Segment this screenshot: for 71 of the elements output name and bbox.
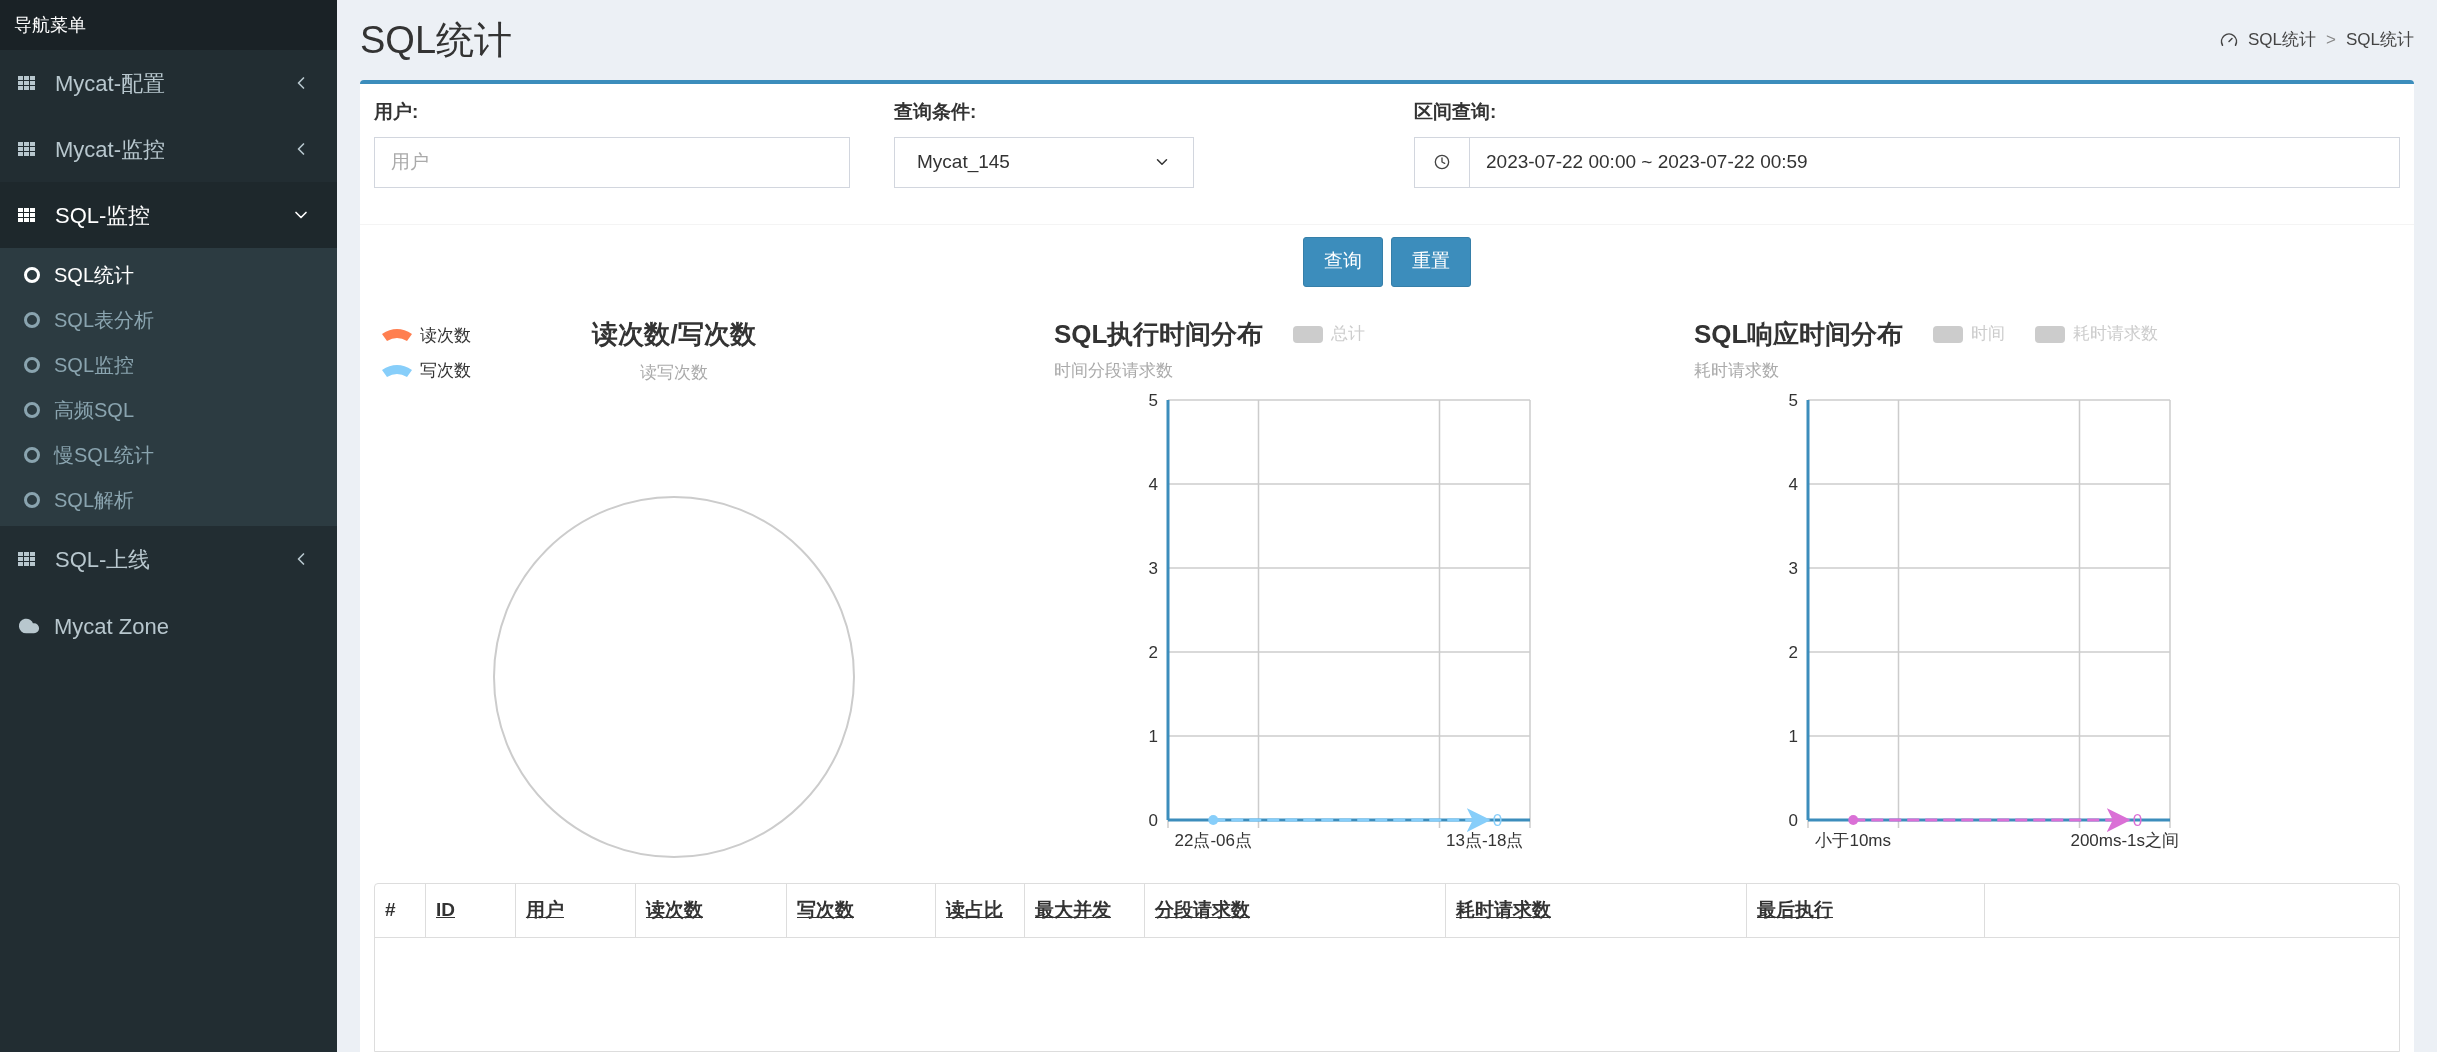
dashboard-icon — [2220, 31, 2238, 49]
axis-category-label: 200ms-1s之间 — [2070, 831, 2180, 850]
column-header[interactable]: 分段请求数 — [1155, 895, 1250, 925]
chart-subtitle: 读写次数 — [640, 361, 708, 384]
legend-label[interactable]: 写次数 — [420, 358, 471, 384]
column-header[interactable]: 最后执行 — [1757, 895, 1833, 925]
chart-title: 读次数/写次数 — [592, 317, 756, 351]
axis-tick-label: 1 — [1788, 726, 1798, 746]
submenu-item[interactable]: 慢SQL统计 — [0, 432, 337, 477]
axis-tick-label: 4 — [1788, 474, 1798, 494]
chart-subtitle: 时间分段请求数 — [1054, 359, 1174, 382]
column-header[interactable]: 读占比 — [946, 895, 1003, 925]
grid-icon — [18, 76, 35, 90]
column-header[interactable]: 读次数 — [646, 895, 703, 925]
grid-icon — [18, 208, 35, 222]
submenu-item[interactable]: 高频SQL — [0, 387, 337, 432]
field-label: 区间查询: — [1414, 100, 1498, 124]
breadcrumb-link[interactable]: SQL统计 — [2345, 27, 2414, 53]
grid-icon — [18, 142, 35, 156]
column-header[interactable]: 用户 — [526, 895, 564, 925]
axis-tick-label: 2 — [1788, 642, 1798, 662]
sidebar-item[interactable]: Mycat-配置 — [0, 50, 337, 116]
legend-swatch-icon — [382, 363, 412, 378]
sidebar-item[interactable]: SQL-上线 — [0, 526, 337, 592]
axis-tick-label: 5 — [1788, 390, 1798, 410]
sidebar-item[interactable]: SQL-监控 — [0, 182, 337, 248]
legend-label[interactable]: 读次数 — [420, 322, 471, 348]
data-point — [1848, 815, 1859, 825]
page-title: SQL统计 — [360, 17, 513, 63]
axis-category-label: 22点-06点 — [1174, 831, 1252, 850]
chart-title: SQL响应时间分布 — [1694, 317, 1904, 351]
field-label: 查询条件: — [894, 100, 978, 124]
axis-tick-label: 2 — [1148, 642, 1158, 662]
breadcrumb-link[interactable]: SQL统计 — [2248, 27, 2317, 53]
submenu-item[interactable]: SQL监控 — [0, 342, 337, 387]
chart-subtitle: 耗时请求数 — [1694, 359, 1780, 382]
breadcrumb-separator: > — [2326, 29, 2336, 52]
submenu-item[interactable]: SQL表分析 — [0, 297, 337, 342]
sidebar-item[interactable]: Mycat-监控 — [0, 116, 337, 182]
column-header[interactable]: 写次数 — [797, 895, 854, 925]
axis-tick-label: 3 — [1788, 558, 1798, 578]
date-range-input[interactable]: 2023-07-22 00:00 ~ 2023-07-22 00:59 — [1470, 136, 2400, 188]
clock-icon — [1434, 154, 1450, 170]
legend-swatch-icon — [382, 328, 412, 343]
column-header[interactable]: 耗时请求数 — [1456, 895, 1551, 925]
chart-title: SQL执行时间分布 — [1054, 317, 1264, 351]
axis-category-label: 13点-18点 — [1446, 831, 1524, 850]
legend-swatch[interactable] — [1933, 325, 1964, 343]
sidebar-header: 导航菜单 — [0, 0, 337, 50]
data-point — [1208, 815, 1219, 825]
sidebar-item[interactable]: Mycat Zone — [0, 592, 337, 660]
axis-category-label: 小于10ms — [1815, 831, 1892, 850]
axis-tick-label: 4 — [1148, 474, 1158, 494]
column-header[interactable]: ID — [436, 895, 455, 925]
column-header: # — [385, 897, 396, 922]
query-button[interactable]: 查询 — [1303, 236, 1383, 287]
column-header[interactable]: 最大并发 — [1035, 895, 1111, 925]
axis-tick-label: 5 — [1148, 390, 1158, 410]
user-input[interactable]: 用户 — [374, 136, 850, 188]
condition-select[interactable]: Mycat_145 — [894, 136, 1194, 188]
axis-tick-label: 0 — [1788, 810, 1798, 830]
submenu-item[interactable]: SQL解析 — [0, 477, 337, 522]
axis-tick-label: 3 — [1148, 558, 1158, 578]
reset-button[interactable]: 重置 — [1391, 236, 1471, 287]
axis-tick-label: 1 — [1148, 726, 1158, 746]
grid-icon — [18, 552, 35, 566]
legend-swatch[interactable] — [1293, 325, 1324, 343]
axis-tick-label: 0 — [1148, 810, 1158, 830]
submenu-item[interactable]: SQL统计 — [0, 252, 337, 297]
legend-swatch[interactable] — [2035, 325, 2066, 343]
field-label: 用户: — [374, 100, 420, 124]
